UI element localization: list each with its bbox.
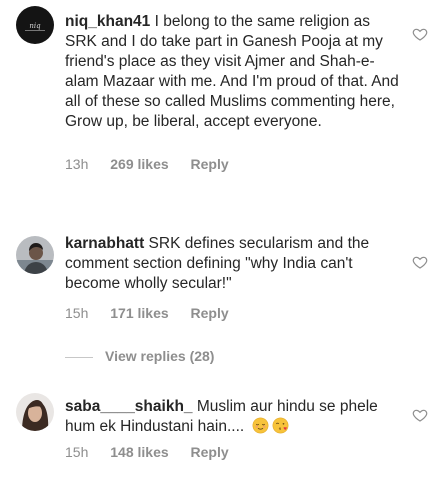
heart-icon[interactable] — [412, 26, 428, 42]
comment-username[interactable]: niq_khan41 — [65, 13, 150, 30]
comment-meta: 15h 148 likes Reply — [65, 444, 247, 460]
divider-line — [65, 356, 93, 358]
comment-text: niq_khan41 I belong to the same religion… — [65, 12, 405, 132]
comment-meta: 15h 171 likes Reply — [65, 305, 247, 321]
comment-time: 15h — [65, 305, 89, 321]
comment-likes[interactable]: 148 likes — [110, 444, 168, 460]
view-replies-label[interactable]: View replies (28) — [105, 348, 214, 364]
comment-text: karnabhatt SRK defines secularism and th… — [65, 234, 405, 294]
comment-username[interactable]: saba____shaikh_ — [65, 398, 193, 415]
heart-icon[interactable] — [412, 407, 428, 423]
face-blowing-kiss-emoji — [272, 417, 288, 434]
comment-meta: 13h 269 likes Reply — [65, 156, 247, 172]
comment-time: 15h — [65, 444, 89, 460]
comment-item: saba____shaikh_ Muslim aur hindu se phel… — [0, 385, 442, 497]
comment-likes[interactable]: 269 likes — [110, 156, 168, 172]
comment-body: I belong to the same religion as SRK and… — [65, 13, 399, 130]
avatar[interactable] — [16, 393, 54, 431]
avatar[interactable] — [16, 236, 54, 274]
relieved-face-emoji — [252, 417, 268, 434]
avatar[interactable]: niq — [16, 6, 54, 44]
comment-text: saba____shaikh_ Muslim aur hindu se phel… — [65, 397, 405, 437]
reply-button[interactable]: Reply — [191, 305, 229, 321]
comment-item: niq niq_khan41 I belong to the same reli… — [0, 0, 442, 190]
heart-icon[interactable] — [412, 254, 428, 270]
comment-likes[interactable]: 171 likes — [110, 305, 168, 321]
comment-time: 13h — [65, 156, 89, 172]
comment-username[interactable]: karnabhatt — [65, 235, 144, 252]
view-replies-button[interactable]: View replies (28) — [65, 348, 214, 366]
svg-text:niq: niq — [29, 22, 41, 30]
reply-button[interactable]: Reply — [191, 444, 229, 460]
reply-button[interactable]: Reply — [191, 156, 229, 172]
